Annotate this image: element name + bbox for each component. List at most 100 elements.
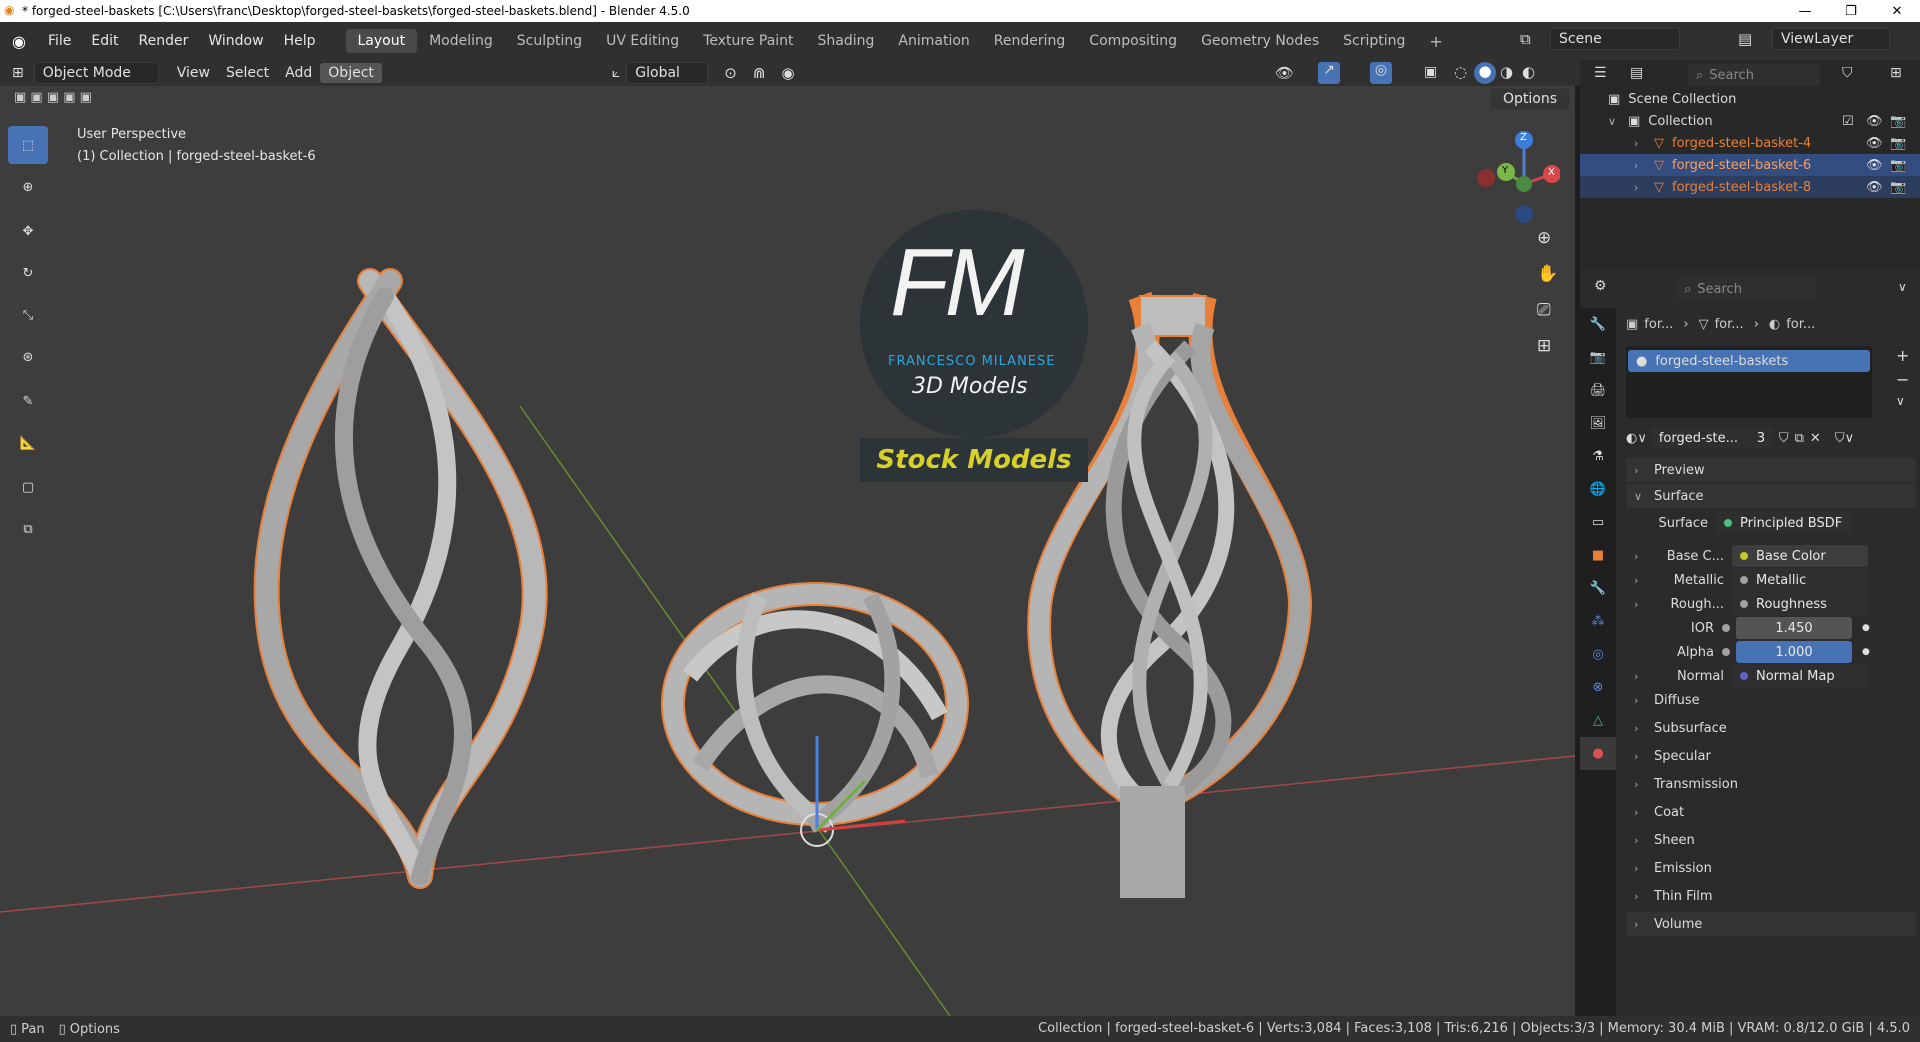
- exclude-checkbox-icon[interactable]: ☑: [1842, 114, 1854, 129]
- menu-edit[interactable]: Edit: [81, 33, 128, 49]
- output-tab-icon[interactable]: 🖨: [1580, 374, 1616, 407]
- subpanel-coat[interactable]: › Coat: [1634, 800, 1684, 824]
- duplicate-material-icon[interactable]: ⧉: [1795, 431, 1804, 446]
- fake-user-shield-icon[interactable]: ⛉: [1779, 431, 1789, 446]
- constraints-tab-icon[interactable]: ⊗: [1580, 671, 1616, 704]
- camera-view-icon[interactable]: ⎚: [1537, 300, 1551, 320]
- remove-slot-icon[interactable]: −: [1896, 370, 1909, 389]
- snap-icon[interactable]: ⋒: [753, 64, 766, 82]
- hide-eye-icon[interactable]: 👁: [1866, 180, 1883, 195]
- tab-rendering[interactable]: Rendering: [982, 29, 1078, 53]
- maximize-button[interactable]: ❐: [1828, 0, 1874, 22]
- physics-tab-icon[interactable]: ◎: [1580, 638, 1616, 671]
- render-camera-icon[interactable]: 📷: [1890, 158, 1906, 173]
- solid-shading-icon[interactable]: ●: [1474, 62, 1496, 84]
- keyframe-dot-icon[interactable]: ●: [1862, 647, 1870, 657]
- tab-uv-editing[interactable]: UV Editing: [594, 29, 691, 53]
- scene-selector[interactable]: Scene: [1550, 28, 1680, 50]
- keyframe-dot-icon[interactable]: ●: [1862, 623, 1870, 633]
- viewlayer-icon[interactable]: ▤: [1738, 30, 1752, 48]
- new-collection-icon[interactable]: ⊞: [1890, 65, 1902, 81]
- subpanel-transmission[interactable]: › Transmission: [1634, 772, 1738, 796]
- subpanel-thin-film[interactable]: › Thin Film: [1634, 884, 1713, 908]
- tab-texture-paint[interactable]: Texture Paint: [691, 29, 805, 53]
- render-tab-icon[interactable]: 📷: [1580, 341, 1616, 374]
- particles-tab-icon[interactable]: ⁂: [1580, 605, 1616, 638]
- outliner-item-basket-4[interactable]: › ▽ forged-steel-basket-4 👁 📷: [1580, 132, 1920, 154]
- tab-scripting[interactable]: Scripting: [1331, 29, 1417, 53]
- mode-selector[interactable]: Object Mode: [33, 62, 159, 84]
- tool-tab-icon[interactable]: 🔧: [1580, 308, 1616, 341]
- subpanel-emission[interactable]: › Emission: [1634, 856, 1712, 880]
- menu-select[interactable]: Select: [218, 63, 277, 83]
- hide-eye-icon[interactable]: 👁: [1866, 114, 1883, 129]
- expand-chevron-icon[interactable]: ›: [1634, 181, 1644, 194]
- filter-icon[interactable]: ⛉: [1842, 65, 1853, 81]
- expand-chevron-icon[interactable]: ›: [1634, 598, 1644, 611]
- options-dropdown[interactable]: Options: [1490, 88, 1570, 110]
- menu-help[interactable]: Help: [274, 33, 326, 49]
- add-workspace-icon[interactable]: +: [1417, 28, 1454, 55]
- extra-tool-icon[interactable]: ⧉: [8, 510, 48, 548]
- pivot-icon[interactable]: ⊙: [724, 64, 737, 82]
- expand-chevron-icon[interactable]: ›: [1634, 670, 1644, 683]
- menu-render[interactable]: Render: [129, 33, 199, 49]
- add-slot-icon[interactable]: +: [1896, 346, 1909, 365]
- viewlayer-selector[interactable]: ViewLayer: [1772, 28, 1890, 50]
- data-tab-icon[interactable]: △: [1580, 704, 1616, 737]
- material-tab-icon[interactable]: ●: [1580, 737, 1616, 770]
- material-slot-item[interactable]: ● forged-steel-baskets: [1628, 350, 1870, 372]
- outliner-item-basket-6[interactable]: › ▽ forged-steel-basket-6 👁 📷: [1580, 154, 1920, 176]
- expand-chevron-icon[interactable]: ›: [1634, 137, 1644, 150]
- menu-file[interactable]: File: [38, 33, 81, 49]
- tab-modeling[interactable]: Modeling: [417, 29, 505, 53]
- tab-layout[interactable]: Layout: [345, 29, 418, 53]
- menu-add[interactable]: Add: [277, 63, 320, 83]
- alpha-field[interactable]: 1.000: [1736, 641, 1852, 663]
- slot-menu-icon[interactable]: ∨: [1896, 394, 1905, 408]
- chevron-down-icon[interactable]: ∨: [1898, 280, 1907, 294]
- scene-tab-icon[interactable]: ⚗: [1580, 440, 1616, 473]
- render-camera-icon[interactable]: 📷: [1890, 114, 1906, 129]
- orientation-selector[interactable]: Global: [626, 62, 709, 84]
- node-link-icon[interactable]: ⛉∨: [1835, 431, 1854, 446]
- scene-collection-row[interactable]: ▣ Scene Collection: [1580, 88, 1920, 110]
- close-button[interactable]: ✕: [1874, 0, 1920, 22]
- surface-shader-field[interactable]: Principled BSDF: [1716, 512, 1852, 534]
- properties-editor-icon[interactable]: ⚙: [1594, 278, 1607, 294]
- tab-compositing[interactable]: Compositing: [1077, 29, 1189, 53]
- roughness-field[interactable]: Roughness: [1732, 593, 1868, 615]
- base-color-field[interactable]: Base Color: [1732, 545, 1868, 567]
- proportional-edit-icon[interactable]: ◉: [781, 64, 794, 82]
- volume-panel-header[interactable]: › Volume: [1626, 912, 1916, 936]
- metallic-field[interactable]: Metallic: [1732, 569, 1868, 591]
- surface-panel-header[interactable]: ∨ Surface: [1626, 484, 1916, 508]
- unlink-material-icon[interactable]: ✕: [1810, 431, 1821, 446]
- object-tab-icon[interactable]: ■: [1580, 539, 1616, 572]
- select-box-tool-icon[interactable]: ⬚: [8, 126, 48, 164]
- tab-geometry-nodes[interactable]: Geometry Nodes: [1189, 29, 1331, 53]
- cursor-tool-icon[interactable]: ⊕: [8, 168, 48, 206]
- view-layer-tab-icon[interactable]: 🖼: [1580, 407, 1616, 440]
- normal-field[interactable]: Normal Map: [1732, 665, 1868, 687]
- move-tool-icon[interactable]: ✥: [8, 212, 48, 250]
- modifier-tab-icon[interactable]: 🔧: [1580, 572, 1616, 605]
- hide-eye-icon[interactable]: 👁: [1866, 136, 1883, 151]
- tab-sculpting[interactable]: Sculpting: [505, 29, 594, 53]
- render-camera-icon[interactable]: 📷: [1890, 136, 1906, 151]
- properties-search-input[interactable]: ⌕ Search: [1676, 278, 1816, 300]
- wireframe-shading-icon[interactable]: ◌: [1454, 63, 1467, 81]
- rotate-tool-icon[interactable]: ↻: [8, 254, 48, 292]
- collection-row[interactable]: ∨ ▣ Collection ☑ 👁 📷: [1580, 110, 1920, 132]
- expand-chevron-icon[interactable]: ›: [1634, 550, 1644, 563]
- add-cube-tool-icon[interactable]: ▢: [8, 468, 48, 506]
- minimize-button[interactable]: —: [1782, 0, 1828, 22]
- menu-object[interactable]: Object: [320, 63, 382, 83]
- hide-eye-icon[interactable]: 👁: [1866, 158, 1883, 173]
- measure-tool-icon[interactable]: 📐: [8, 424, 48, 462]
- navigation-gizmo[interactable]: Z Y X: [1470, 126, 1561, 226]
- ortho-grid-icon[interactable]: ⊞: [1537, 336, 1551, 356]
- world-tab-icon[interactable]: 🌐: [1580, 473, 1616, 506]
- collapse-chevron-icon[interactable]: ∨: [1608, 115, 1618, 128]
- user-count[interactable]: 3: [1750, 427, 1773, 449]
